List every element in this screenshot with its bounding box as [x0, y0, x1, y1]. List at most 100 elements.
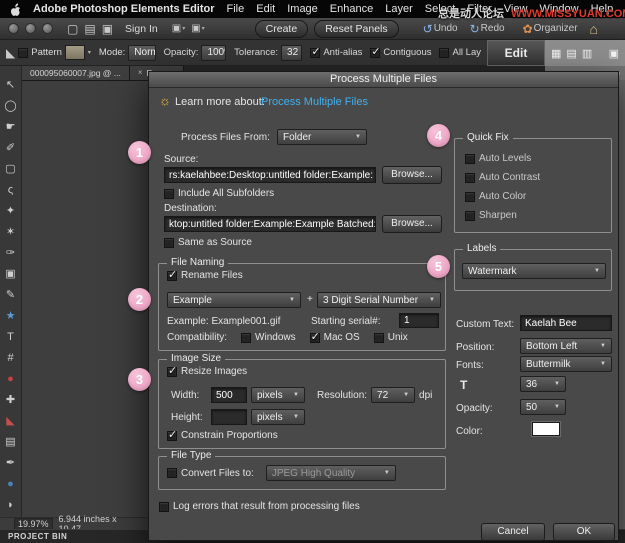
dialog-title[interactable]: Process Multiple Files	[149, 72, 618, 88]
new-file-icon[interactable]: ▢	[67, 23, 78, 35]
pencil-tool[interactable]: ✎	[0, 284, 22, 305]
color-swatch[interactable]	[532, 422, 560, 436]
menu-file[interactable]: File	[227, 3, 245, 15]
fonts-dropdown[interactable]: Buttermilk	[520, 356, 612, 372]
mode-dropdown[interactable]: Normal	[128, 45, 155, 61]
home-icon[interactable]: ⌂	[590, 22, 598, 36]
auto-contrast-checkbox[interactable]	[465, 173, 475, 183]
height-unit-dropdown[interactable]: pixels	[251, 409, 305, 425]
blur-tool[interactable]: ●	[0, 473, 22, 494]
create-button[interactable]: Create	[255, 20, 309, 38]
menu-image[interactable]: Image	[287, 3, 318, 15]
convert-files-checkbox[interactable]	[167, 468, 177, 478]
hand-tool[interactable]: ☛	[0, 116, 22, 137]
sign-in-link[interactable]: Sign In	[125, 23, 158, 35]
include-subfolders-checkbox[interactable]	[164, 189, 174, 199]
destination-label: Destination:	[164, 203, 217, 214]
paint-bucket-tool[interactable]: ◣	[0, 410, 22, 431]
close-tab-icon[interactable]: ×	[138, 66, 143, 80]
ok-button[interactable]: OK	[553, 523, 615, 541]
convert-format-dropdown[interactable]: JPEG High Quality	[266, 465, 396, 481]
height-field[interactable]	[211, 409, 247, 425]
menu-edit[interactable]: Edit	[256, 3, 275, 15]
source-path-field[interactable]: rs:kaelahbee:Desktop:untitled folder:Exa…	[164, 167, 376, 183]
mac-os-checkbox[interactable]	[310, 333, 320, 343]
save-file-icon[interactable]: ▣	[102, 23, 113, 35]
resolution-dropdown[interactable]: 72	[371, 387, 415, 403]
menu-layer[interactable]: Layer	[385, 3, 413, 15]
healing-brush-tool[interactable]: ✚	[0, 389, 22, 410]
windows-checkbox[interactable]	[241, 333, 251, 343]
open-file-icon[interactable]: ▤	[84, 23, 95, 35]
font-size-dropdown[interactable]: 36	[520, 376, 566, 392]
gradient-tool[interactable]: ▤	[0, 431, 22, 452]
log-errors-checkbox[interactable]	[159, 502, 169, 512]
redo-button[interactable]: ↻ Redo	[470, 23, 505, 35]
clone-stamp-tool[interactable]: ▣	[0, 263, 22, 284]
sharpen-checkbox[interactable]	[465, 211, 475, 221]
file-name-dropdown[interactable]: Example	[167, 292, 301, 308]
sponge-tool[interactable]: ◗	[0, 494, 22, 515]
cancel-button[interactable]: Cancel	[481, 523, 545, 541]
window-zoom-button[interactable]	[42, 23, 53, 34]
learn-more-link[interactable]: Process Multiple Files	[261, 96, 368, 108]
panel-rows-icon[interactable]: ▤	[566, 47, 576, 60]
magic-wand-tool[interactable]: ✶	[0, 221, 22, 242]
open-combo-icon[interactable]: ▣ ▾	[191, 23, 204, 34]
window-minimize-button[interactable]	[25, 23, 36, 34]
auto-levels-checkbox[interactable]	[465, 154, 475, 164]
panel-grid-icon[interactable]: ▦	[551, 47, 561, 60]
panel-box-icon[interactable]: ▣	[609, 47, 619, 60]
source-browse-button[interactable]: Browse...	[382, 166, 442, 184]
auto-color-checkbox[interactable]	[465, 192, 475, 202]
process-from-dropdown[interactable]: Folder	[277, 129, 367, 145]
position-dropdown[interactable]: Bottom Left	[520, 338, 612, 354]
tolerance-dropdown[interactable]: 32	[281, 45, 302, 61]
shape-tool[interactable]: ★	[0, 305, 22, 326]
all-layers-checkbox[interactable]	[439, 48, 449, 58]
label-type-dropdown[interactable]: Watermark	[462, 263, 606, 279]
width-unit-dropdown[interactable]: pixels	[251, 387, 305, 403]
document-tab-1[interactable]: 000095060007.jpg @ ...	[22, 66, 130, 80]
lasso-tool[interactable]: ς	[0, 179, 22, 200]
zoom-level[interactable]: 19.97%	[14, 518, 53, 530]
quick-selection-tool[interactable]: ✦	[0, 200, 22, 221]
zoom-tool[interactable]: ◯	[0, 95, 22, 116]
anti-alias-checkbox[interactable]	[310, 48, 320, 58]
menu-enhance[interactable]: Enhance	[330, 3, 373, 15]
file-naming-group: File Naming Rename Files Example + 3 Dig…	[158, 263, 446, 351]
serial-number-dropdown[interactable]: 3 Digit Serial Number	[317, 292, 441, 308]
same-as-source-checkbox[interactable]	[164, 238, 174, 248]
destination-path-field[interactable]: ktop:untitled folder:Example:Example Bat…	[164, 216, 376, 232]
chevron-down-icon[interactable]: ▾	[88, 49, 91, 56]
destination-browse-button[interactable]: Browse...	[382, 215, 442, 233]
custom-text-field[interactable]: Kaelah Bee	[520, 315, 612, 331]
apple-menu-icon[interactable]	[10, 3, 21, 16]
marquee-tool[interactable]: ▢	[0, 158, 22, 179]
eyedropper-tool[interactable]: ✐	[0, 137, 22, 158]
opacity-dropdown[interactable]: 100%	[201, 45, 226, 61]
move-tool[interactable]: ↖	[0, 74, 22, 95]
crop-tool[interactable]: #	[0, 347, 22, 368]
undo-button[interactable]: ↺ Undo	[423, 23, 458, 35]
new-combo-icon[interactable]: ▣ ▾	[172, 23, 185, 34]
window-close-button[interactable]	[8, 23, 19, 34]
brush-tool[interactable]: ✑	[0, 242, 22, 263]
reset-panels-button[interactable]: Reset Panels	[314, 20, 398, 38]
smudge-tool[interactable]: ✒	[0, 452, 22, 473]
width-field[interactable]: 500	[211, 387, 247, 403]
contiguous-checkbox[interactable]	[370, 48, 380, 58]
type-tool[interactable]: T	[0, 326, 22, 347]
pattern-swatch[interactable]	[65, 45, 85, 60]
constrain-proportions-checkbox[interactable]	[167, 431, 177, 441]
resize-images-checkbox[interactable]	[167, 367, 177, 377]
starting-serial-field[interactable]: 1	[399, 313, 439, 328]
unix-checkbox[interactable]	[374, 333, 384, 343]
organizer-button[interactable]: ✿ Organizer	[523, 23, 578, 35]
tab-edit[interactable]: Edit	[487, 40, 545, 66]
panel-cols-icon[interactable]: ▥	[582, 47, 592, 60]
red-eye-tool[interactable]: ●	[0, 368, 22, 389]
pattern-checkbox[interactable]	[18, 48, 28, 58]
watermark-opacity-dropdown[interactable]: 50	[520, 399, 566, 415]
rename-files-checkbox[interactable]	[167, 271, 177, 281]
